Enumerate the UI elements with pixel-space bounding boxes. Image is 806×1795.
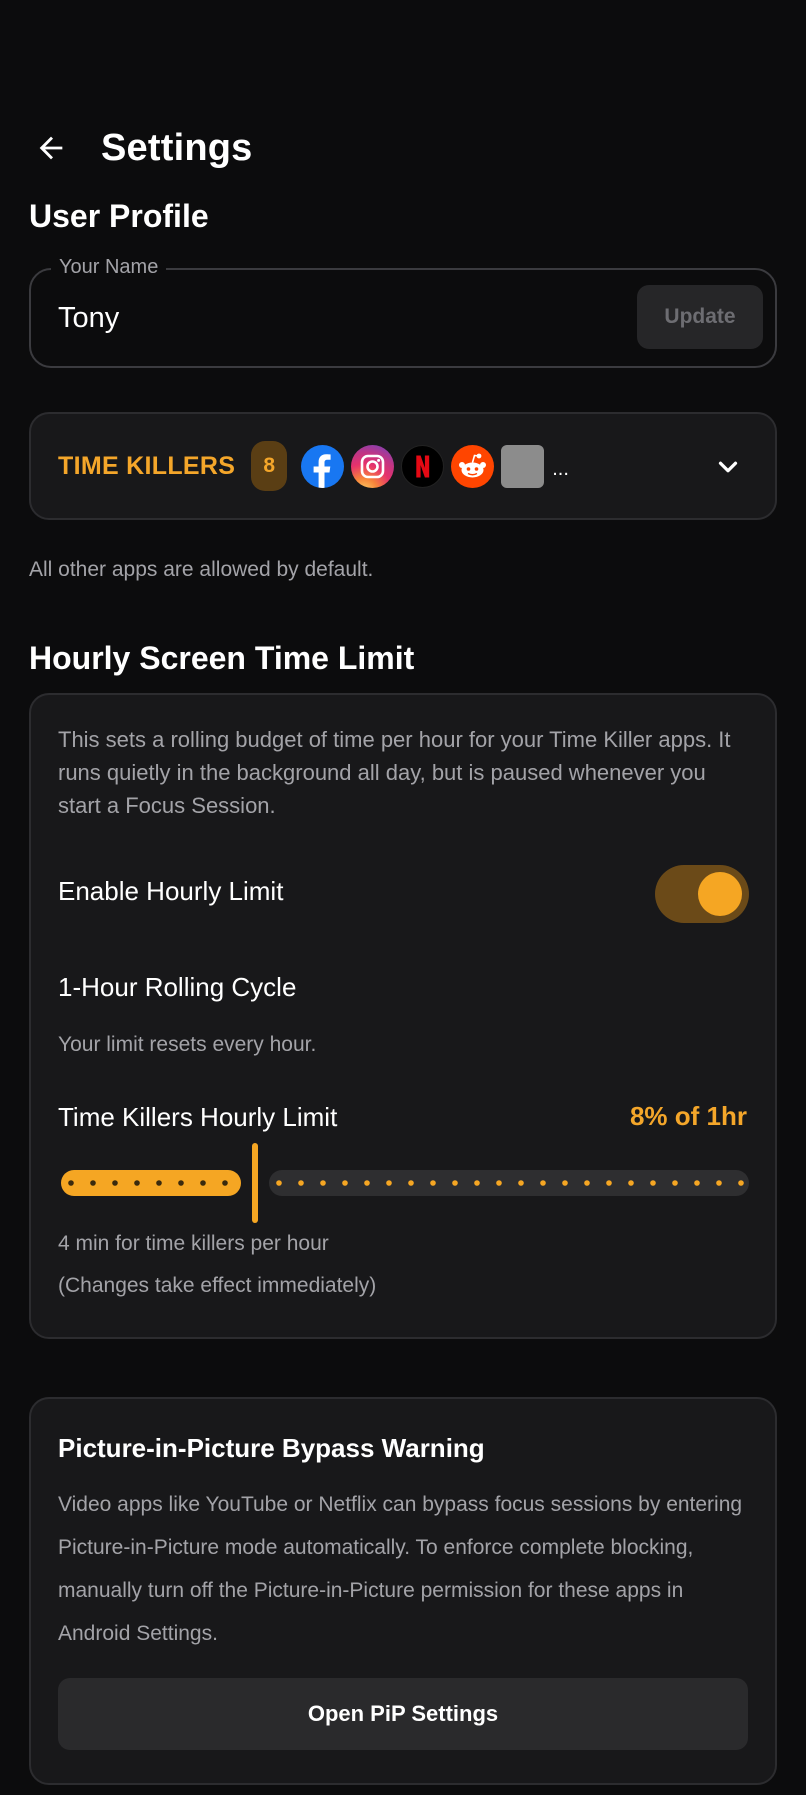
time-killers-count-badge: 8 xyxy=(251,441,288,491)
app-icon-list xyxy=(301,444,545,488)
toggle-knob xyxy=(698,872,742,916)
apps-allowed-helper: All other apps are allowed by default. xyxy=(29,558,374,581)
chevron-down-icon xyxy=(718,461,738,473)
slider-tick xyxy=(540,1180,546,1186)
minutes-per-hour-note: 4 min for time killers per hour xyxy=(58,1232,329,1255)
name-field: Your Name Update xyxy=(29,256,777,368)
hourly-limit-slider[interactable] xyxy=(31,1141,779,1225)
slider-tick xyxy=(518,1180,524,1186)
slider-tick xyxy=(276,1180,282,1186)
header: Settings xyxy=(29,118,253,178)
slider-tick xyxy=(694,1180,700,1186)
hourly-limit-card: This sets a rolling budget of time per h… xyxy=(29,693,777,1339)
slider-tick xyxy=(320,1180,326,1186)
slider-tick xyxy=(178,1180,184,1186)
name-input[interactable] xyxy=(58,296,498,340)
instagram-icon xyxy=(351,444,395,488)
arrow-left-icon xyxy=(39,136,63,160)
changes-effect-note: (Changes take effect immediately) xyxy=(58,1274,377,1297)
slider-tick xyxy=(452,1180,458,1186)
slider-tick xyxy=(222,1180,228,1186)
app-placeholder-icon xyxy=(501,444,545,488)
user-profile-heading: User Profile xyxy=(29,198,209,234)
slider-tick xyxy=(156,1180,162,1186)
slider-tick xyxy=(650,1180,656,1186)
slider-tick xyxy=(68,1180,74,1186)
slider-tick xyxy=(716,1180,722,1186)
slider-active-track xyxy=(61,1170,241,1196)
hourly-limit-description: This sets a rolling budget of time per h… xyxy=(58,727,731,818)
slider-tick xyxy=(474,1180,480,1186)
slider-tick xyxy=(112,1180,118,1186)
slider-tick xyxy=(342,1180,348,1186)
slider-tick xyxy=(628,1180,634,1186)
back-button[interactable] xyxy=(29,126,73,170)
slider-tick xyxy=(496,1180,502,1186)
page-title: Settings xyxy=(101,126,253,169)
slider-thumb[interactable] xyxy=(252,1143,258,1223)
rolling-cycle-note: Your limit resets every hour. xyxy=(58,1033,317,1056)
slider-tick xyxy=(562,1180,568,1186)
more-apps-indicator: ... xyxy=(552,457,569,480)
time-killers-selector[interactable]: TIME KILLERS 8 ... xyxy=(29,412,777,520)
name-field-label: Your Name xyxy=(51,256,167,279)
rolling-cycle-label: 1-Hour Rolling Cycle xyxy=(58,972,297,1002)
slider-tick xyxy=(386,1180,392,1186)
pip-warning-card: Picture-in-Picture Bypass Warning Video … xyxy=(29,1397,777,1785)
pip-warning-body: Video apps like YouTube or Netflix can b… xyxy=(58,1493,743,1645)
open-pip-settings-button[interactable]: Open PiP Settings xyxy=(58,1678,748,1750)
slider-tick xyxy=(584,1180,590,1186)
time-killers-label: TIME KILLERS xyxy=(58,451,236,480)
slider-tick xyxy=(200,1180,206,1186)
slider-tick xyxy=(90,1180,96,1186)
slider-tick xyxy=(364,1180,370,1186)
hourly-limit-heading: Hourly Screen Time Limit xyxy=(29,640,415,676)
slider-tick xyxy=(606,1180,612,1186)
slider-tick xyxy=(672,1180,678,1186)
enable-hourly-limit-toggle[interactable] xyxy=(655,865,749,923)
slider-tick xyxy=(408,1180,414,1186)
netflix-icon xyxy=(401,444,445,488)
hourly-limit-label: Time Killers Hourly Limit xyxy=(58,1102,338,1132)
facebook-icon xyxy=(301,444,345,488)
pip-warning-title: Picture-in-Picture Bypass Warning xyxy=(58,1433,485,1463)
slider-tick xyxy=(134,1180,140,1186)
enable-hourly-limit-label: Enable Hourly Limit xyxy=(58,876,284,906)
reddit-icon xyxy=(451,444,495,488)
slider-tick xyxy=(738,1180,744,1186)
slider-tick xyxy=(430,1180,436,1186)
hourly-limit-value: 8% of 1hr xyxy=(629,1101,747,1131)
slider-tick xyxy=(298,1180,304,1186)
update-button[interactable]: Update xyxy=(637,285,763,349)
settings-screen: Settings User Profile Your Name Update T… xyxy=(0,0,806,1795)
